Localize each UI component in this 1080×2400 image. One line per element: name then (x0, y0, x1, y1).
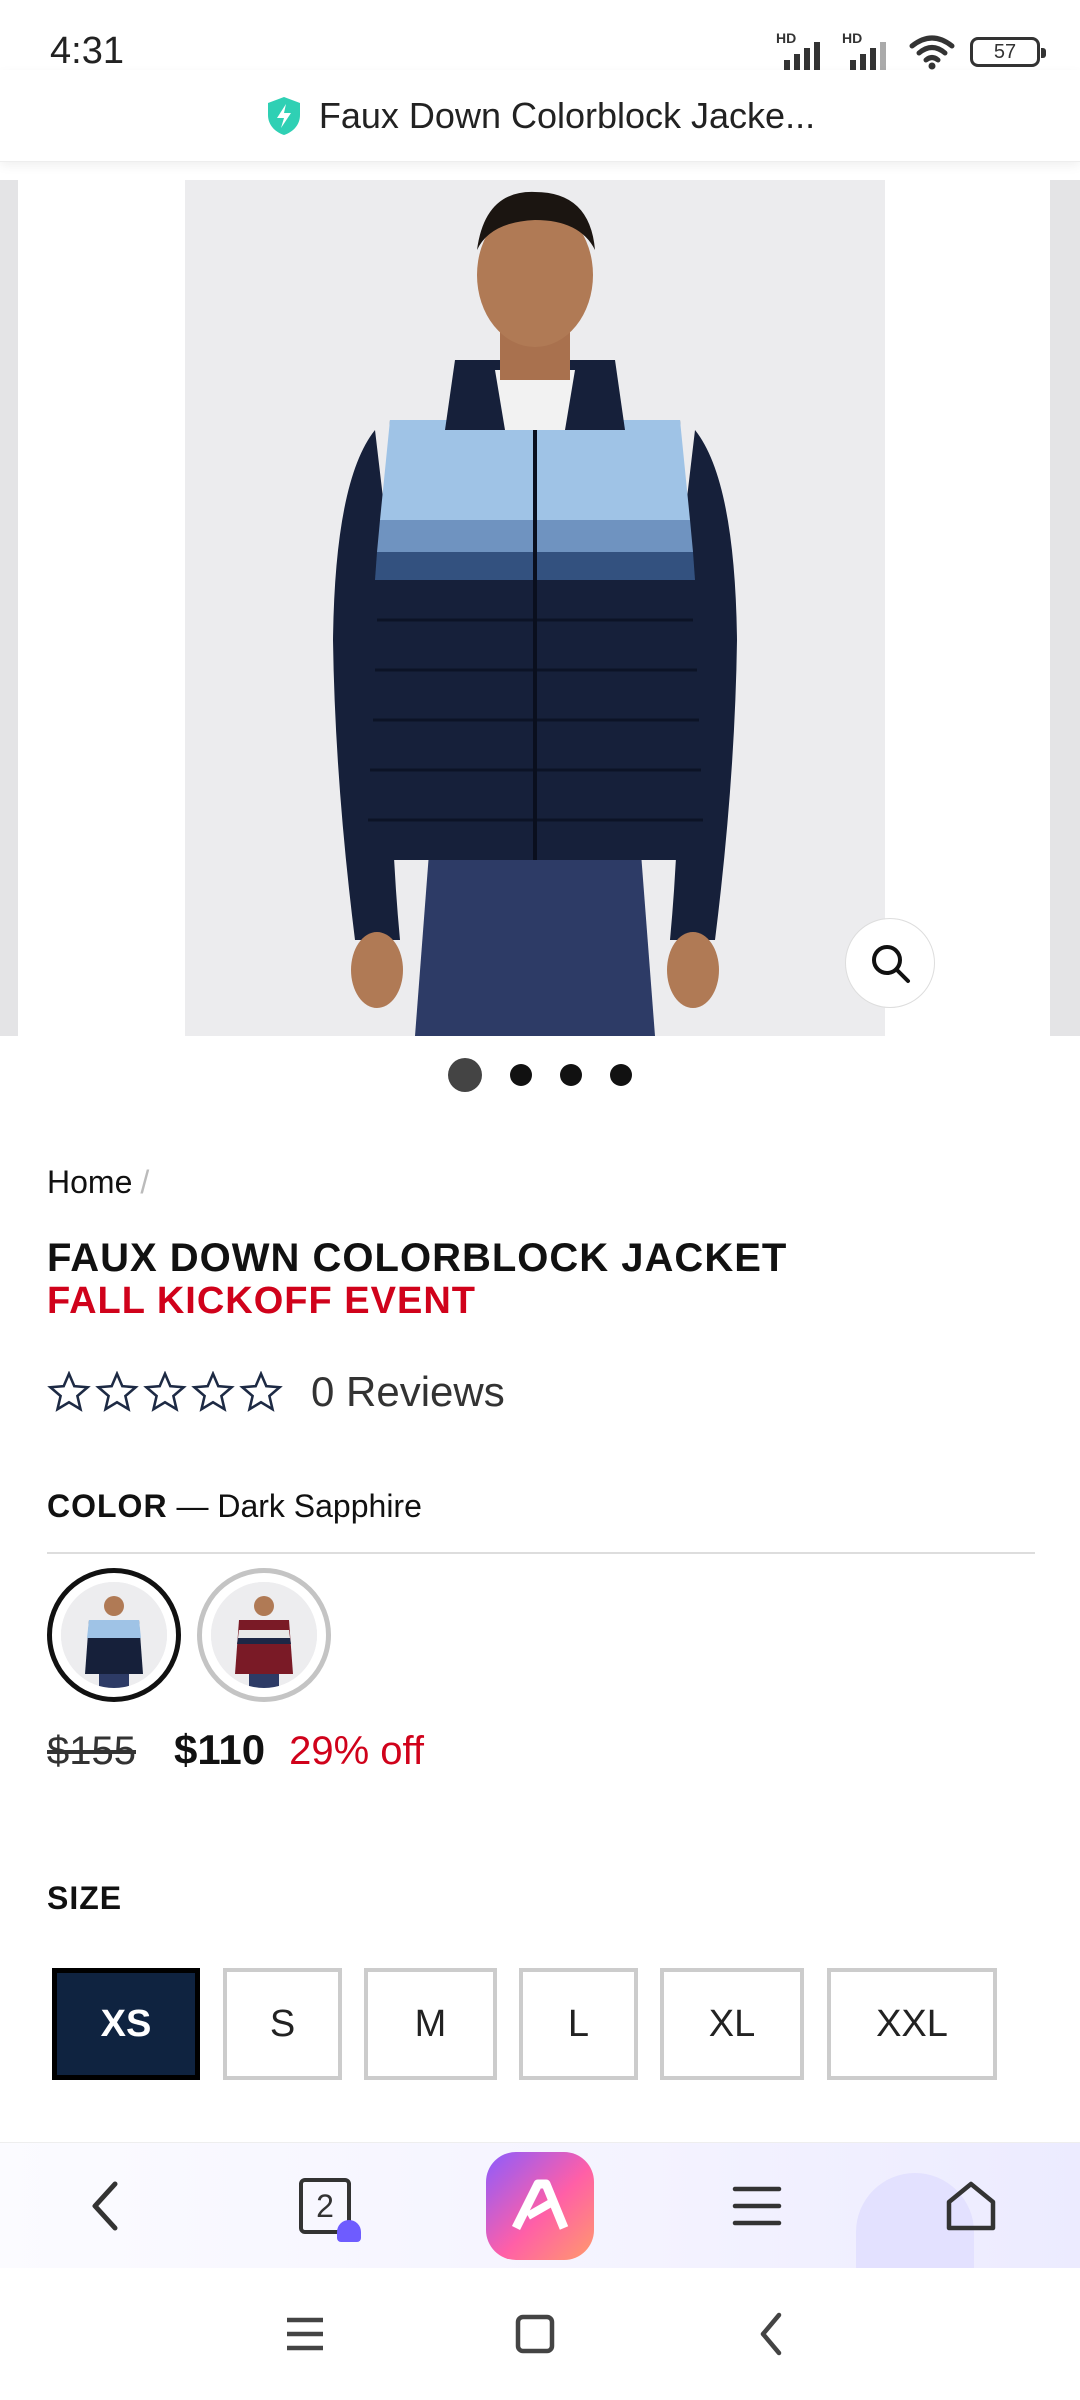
rating-stars (47, 1371, 283, 1413)
pagination-dot[interactable] (448, 1058, 482, 1092)
breadcrumb-separator: / (140, 1164, 150, 1200)
search-icon (872, 945, 910, 983)
square-icon (515, 2314, 555, 2354)
ai-assistant-icon (486, 2152, 594, 2260)
tabs-button[interactable]: 2 (280, 2143, 370, 2269)
size-option-s[interactable]: S (223, 1968, 342, 2080)
size-label: SIZE (47, 1880, 123, 1916)
swatch-image (61, 1582, 167, 1688)
status-bar: 4:31 HD HD 57 (0, 0, 1080, 80)
home-button[interactable] (926, 2143, 1016, 2269)
menu-icon (287, 2317, 323, 2351)
jacket-model-illustration (185, 180, 885, 1036)
next-image-peek (1050, 180, 1080, 1036)
reviews-link[interactable]: 0 Reviews (311, 1368, 505, 1416)
star-outline-icon (239, 1371, 283, 1412)
chevron-left-icon (92, 2181, 118, 2231)
original-price: $155 (47, 1729, 136, 1773)
pagination-dot[interactable] (610, 1064, 632, 1086)
pagination-dot[interactable] (560, 1064, 582, 1086)
color-dash: — (176, 1488, 209, 1524)
color-swatch-burgundy[interactable] (197, 1568, 331, 1702)
gallery-pagination (0, 1058, 1080, 1092)
system-home-button[interactable] (490, 2268, 580, 2400)
status-time: 4:31 (50, 30, 124, 72)
browser-toolbar: 2 (0, 2142, 1080, 2273)
size-option-m[interactable]: M (364, 1968, 497, 2080)
sale-price: $110 (173, 1726, 266, 1773)
promo-label: FALL KICKOFF EVENT (47, 1280, 476, 1322)
size-option-l[interactable]: L (519, 1968, 638, 2080)
divider (47, 1552, 1035, 1554)
prev-image-peek (0, 180, 18, 1036)
swatch-image (211, 1582, 317, 1688)
color-value: Dark Sapphire (217, 1488, 422, 1524)
star-outline-icon (47, 1371, 91, 1412)
system-menu-button[interactable] (260, 2268, 350, 2400)
product-title: FAUX DOWN COLORBLOCK JACKET (47, 1236, 788, 1280)
breadcrumb-home-link[interactable]: Home (47, 1164, 132, 1200)
color-swatch-dark-sapphire[interactable] (47, 1568, 181, 1702)
menu-button[interactable] (712, 2143, 802, 2269)
star-outline-icon (191, 1371, 235, 1412)
ai-assistant-button[interactable] (486, 2143, 594, 2269)
tab-count: 2 (316, 2188, 334, 2224)
shield-bolt-icon (267, 96, 300, 135)
price-row: $155 $110 29% off (47, 1726, 424, 1774)
star-outline-icon (95, 1371, 139, 1412)
product-image[interactable] (185, 180, 885, 1036)
signal-icon: HD (842, 30, 894, 72)
system-back-button[interactable] (726, 2268, 816, 2400)
back-button[interactable] (60, 2143, 150, 2269)
product-rating[interactable]: 0 Reviews (47, 1368, 505, 1416)
signal-icon: HD (776, 30, 828, 72)
color-label: COLOR (47, 1488, 168, 1524)
home-icon (946, 2181, 996, 2231)
battery-icon: 57 (970, 37, 1046, 67)
size-option-xxl[interactable]: XXL (827, 1968, 997, 2080)
menu-icon (732, 2186, 782, 2226)
size-option-xl[interactable]: XL (660, 1968, 804, 2080)
chevron-left-icon (760, 2312, 782, 2356)
address-bar[interactable]: Faux Down Colorblock Jacke... (0, 70, 1080, 162)
discount-label: 29% off (289, 1729, 425, 1773)
size-option-xs[interactable]: XS (52, 1968, 200, 2080)
pagination-dot[interactable] (510, 1064, 532, 1086)
star-outline-icon (143, 1371, 187, 1412)
product-gallery[interactable] (0, 180, 1080, 1036)
breadcrumb: Home / (47, 1164, 149, 1201)
wifi-icon (909, 35, 955, 70)
zoom-button[interactable] (845, 918, 935, 1008)
tabs-icon: 2 (299, 2178, 361, 2242)
status-icons: HD HD 57 (776, 30, 1046, 74)
ghost-badge-icon (337, 2220, 361, 2242)
system-navigation-bar (0, 2268, 1080, 2400)
color-selector-label: COLOR — Dark Sapphire (47, 1488, 422, 1525)
page-title: Faux Down Colorblock Jacke... (318, 94, 816, 136)
